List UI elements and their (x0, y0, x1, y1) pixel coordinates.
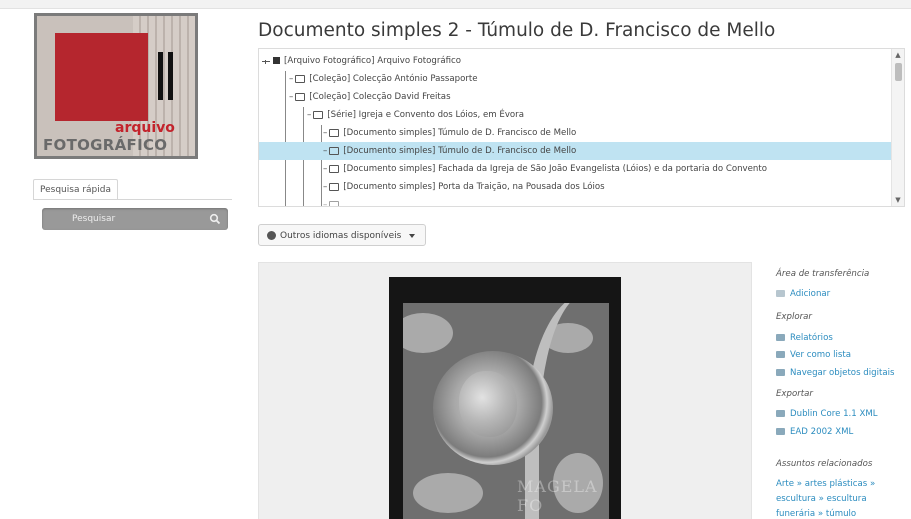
link-label: Ver como lista (790, 350, 851, 360)
search-input[interactable] (42, 208, 202, 230)
globe-icon (267, 231, 276, 240)
tree-item[interactable]: – [Documento simples] Fachada da Igreja d… (323, 160, 767, 178)
fonds-icon (273, 57, 280, 64)
tree-dash: – (323, 200, 328, 207)
reports-link[interactable]: Relatórios (776, 333, 833, 343)
folder-icon (329, 164, 340, 173)
hierarchy-tree: [Arquivo Fotográfico] Arquivo Fotográfic… (258, 48, 905, 207)
tree-item[interactable]: – [Coleção] Colecção António Passaporte (289, 70, 478, 88)
tree-item-label: [Arquivo Fotográfico] Arquivo Fotográfic… (284, 56, 462, 66)
folder-icon (313, 110, 324, 119)
site-logo[interactable]: arquivo FOTOGRÁFICO (34, 13, 198, 159)
folder-icon (295, 74, 306, 83)
link-label: Adicionar (790, 289, 831, 299)
list-view-link[interactable]: Ver como lista (776, 350, 851, 360)
list-icon (776, 351, 785, 358)
tree-connector (262, 61, 270, 62)
tree-dash: – (307, 110, 312, 120)
folder-icon (329, 146, 340, 155)
image-icon (776, 369, 785, 376)
tab-quick-search[interactable]: Pesquisa rápida (33, 179, 118, 200)
search-icon[interactable] (209, 213, 221, 225)
top-strip (0, 0, 911, 9)
digital-object-image[interactable]: MAGELA FO (389, 277, 621, 519)
caret-down-icon (409, 233, 416, 238)
tree-dash: – (323, 164, 328, 174)
subject-link-line[interactable]: escultura » escultura (776, 494, 867, 504)
tree-item[interactable]: – [Documento simples] Porta da Traição, n… (323, 178, 605, 196)
subject-link-line[interactable]: Arte » artes plásticas » (776, 479, 875, 489)
tree-dash: – (323, 146, 328, 156)
upload-icon (776, 410, 785, 417)
tree-item-label: [Documento simples] Túmulo de D. Francis… (343, 146, 577, 156)
tree-item[interactable]: – [Documento simples] Túmulo de D. Franci… (323, 124, 576, 142)
tree-connector (321, 125, 322, 206)
tree-item[interactable]: [Arquivo Fotográfico] Arquivo Fotográfic… (271, 52, 461, 70)
upload-icon (776, 428, 785, 435)
tree-item-label: [Coleção] Colecção David Freitas (309, 92, 451, 102)
clipboard-heading: Área de transferência (776, 269, 870, 279)
logo-text-arquivo: arquivo (115, 120, 175, 136)
tree-dash: – (289, 92, 294, 102)
logo-red-square (55, 33, 148, 121)
ead-export-link[interactable]: EAD 2002 XML (776, 427, 853, 437)
page-title: Documento simples 2 - Túmulo de D. Franc… (258, 20, 776, 41)
tag-icon (776, 290, 785, 297)
tree-item-label: [Documento simples] Fachada da Igreja de… (343, 164, 768, 174)
tree-dash: – (289, 74, 294, 84)
tree-connector (285, 71, 286, 206)
browse-digital-objects-link[interactable]: Navegar objetos digitais (776, 368, 894, 378)
digital-object-viewer: MAGELA FO (258, 262, 752, 519)
folder-icon (295, 92, 306, 101)
tree-scrollbar[interactable]: ▲ ▼ (891, 49, 904, 206)
dropdown-label: Outros idiomas disponíveis (280, 231, 402, 241)
scroll-up-icon[interactable]: ▲ (894, 51, 902, 59)
tree-item-label: [Documento simples] Porta da Traição, na… (343, 182, 605, 192)
logo-text-fotografico: FOTOGRÁFICO (43, 136, 168, 154)
folder-icon (329, 200, 340, 206)
photo-content: MAGELA FO (403, 303, 609, 519)
tree-item-label: [Coleção] Colecção António Passaporte (309, 74, 478, 84)
link-label: Relatórios (790, 333, 833, 343)
related-subjects-heading: Assuntos relacionados (776, 459, 873, 469)
logo-bar (168, 52, 173, 100)
other-languages-dropdown[interactable]: Outros idiomas disponíveis (258, 224, 426, 246)
photo-head (459, 371, 517, 437)
folder-icon (329, 182, 340, 191)
photo-ornament (413, 473, 483, 513)
printer-icon (776, 334, 785, 341)
logo-image: arquivo FOTOGRÁFICO (37, 16, 195, 156)
tree-dash: – (323, 182, 328, 192)
photo-ornament (543, 323, 593, 353)
tree-item-partial[interactable]: – (323, 196, 343, 207)
tree-item-label: [Documento simples] Túmulo de D. Francis… (343, 128, 577, 138)
folder-icon (329, 128, 340, 137)
dublin-core-export-link[interactable]: Dublin Core 1.1 XML (776, 409, 878, 419)
photo-ornament (403, 313, 453, 353)
tree-item-selected[interactable]: – [Documento simples] Túmulo de D. Franci… (259, 142, 891, 160)
link-label: Navegar objetos digitais (790, 368, 895, 378)
link-label: EAD 2002 XML (790, 427, 854, 437)
scroll-down-icon[interactable]: ▼ (894, 196, 902, 204)
photo-medallion (433, 351, 553, 465)
tab-divider (33, 199, 232, 200)
scrollbar-thumb[interactable] (895, 63, 902, 81)
explore-heading: Explorar (776, 312, 812, 322)
export-heading: Exportar (776, 389, 813, 399)
tree-item-label: [Série] Igreja e Convento dos Lóios, em … (327, 110, 524, 120)
tree-item[interactable]: – [Coleção] Colecção David Freitas (289, 88, 451, 106)
search-box (42, 208, 228, 230)
image-watermark: MAGELA FO (517, 477, 598, 515)
logo-bar (158, 52, 163, 100)
add-to-clipboard-link[interactable]: Adicionar (776, 289, 830, 299)
tree-dash: – (323, 128, 328, 138)
tree-item[interactable]: – [Série] Igreja e Convento dos Lóios, em… (307, 106, 524, 124)
link-label: Dublin Core 1.1 XML (790, 409, 878, 419)
